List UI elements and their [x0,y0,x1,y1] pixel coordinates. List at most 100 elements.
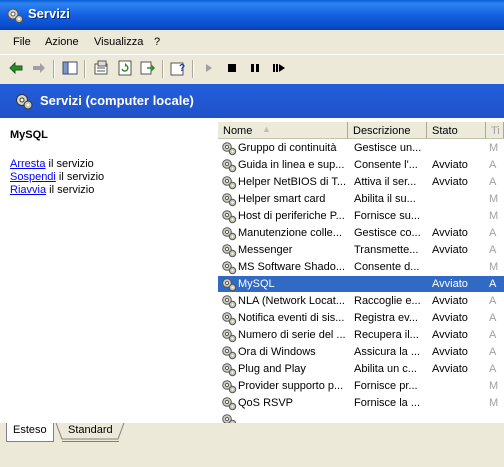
services-list[interactable]: Nome ▲ Descrizione Stato Ti Gruppo di co… [218,122,504,423]
service-row[interactable] [218,412,504,423]
service-description: Fornisce la ... [354,397,421,409]
service-description: Fornisce pr... [354,380,418,392]
show-hide-tree-icon[interactable] [61,59,79,77]
service-state: Avviato [432,363,468,375]
service-row[interactable]: Ora di Windows Assicura la ... Avviato A [218,344,504,361]
service-name-cell: Host di periferiche P... [221,208,348,224]
service-row[interactable]: Notifica eventi di sis... Registra ev... A… [218,310,504,327]
pause-service-link[interactable]: Sospendi [10,171,56,183]
export-list-icon[interactable] [139,59,157,77]
service-name-cell: NLA (Network Locat... [221,293,348,309]
restart-service-link[interactable]: Riavvia [10,184,46,196]
service-name: QoS RSVP [238,397,294,409]
service-name: Gruppo di continuità [238,142,337,154]
service-name-cell: QoS RSVP [221,395,348,411]
service-state [432,378,486,394]
forward-arrow-icon[interactable] [30,59,48,77]
service-description: Recupera il... [354,329,419,341]
menu-visualizza[interactable]: Visualizza [94,36,143,48]
service-name: Provider supporto p... [238,380,344,392]
service-gear-icon [221,378,238,394]
sort-ascending-icon: ▲ [262,124,271,134]
column-header-name[interactable]: Nome ▲ [218,122,348,139]
service-startup-type [489,412,504,423]
service-row[interactable]: Helper smart card Abilita il su... M [218,191,504,208]
service-description [353,412,428,423]
service-startup-type: A [489,227,497,239]
service-startup-type: M [489,261,499,273]
view-tabs: Esteso Standard [0,423,504,467]
title-bar[interactable]: Servizi [0,0,504,30]
service-row[interactable]: Plug and Play Abilita un c... Avviato A [218,361,504,378]
menu-azione[interactable]: Azione [45,36,79,48]
help-icon[interactable]: ? [169,59,187,77]
service-name: Plug and Play [238,363,306,375]
service-row[interactable]: Numero di serie del ... Recupera il... Avv… [218,327,504,344]
service-gear-icon [221,157,238,173]
column-header-description[interactable]: Descrizione [348,122,427,139]
service-description: Consente d... [354,261,420,273]
service-description: Assicura la ... [354,346,421,358]
service-gear-icon [221,327,238,343]
services-gear-icon [7,8,23,23]
service-gear-icon [221,259,238,275]
services-window: Servizi File Azione Visualizza ? ? Servi… [0,0,504,467]
column-header-state[interactable]: Stato [427,122,486,139]
service-description: Attiva il ser... [354,176,417,188]
service-row[interactable]: Manutenzione colle... Gestisce co... Avvia… [218,225,504,242]
service-name: Helper smart card [238,193,326,205]
service-row[interactable]: Guida in linea e sup... Consente l'... Avv… [218,157,504,174]
service-state: Avviato [432,346,468,358]
service-row[interactable]: MySQL Avviato A [218,276,504,293]
service-name-cell: Guida in linea e sup... [221,157,348,173]
service-gear-icon [221,208,238,224]
service-gear-icon [221,344,238,360]
service-name-cell: MS Software Shado... [221,259,348,275]
menu-bar: File Azione Visualizza ? [0,33,504,53]
service-row[interactable]: Messenger Transmette... Avviato A [218,242,504,259]
service-name-cell: Gruppo di continuità [221,140,348,156]
service-startup-type: M [489,142,499,154]
service-gear-icon [221,140,238,156]
service-state: Avviato [432,295,468,307]
service-state: Avviato [432,159,468,171]
service-row[interactable]: Helper NetBIOS di T... Attiva il ser... Av… [218,174,504,191]
service-name: Ora di Windows [238,346,316,358]
service-startup-type: A [489,312,497,324]
services-gear-icon [16,94,33,110]
restart-service-icon[interactable] [270,59,288,77]
start-service-icon[interactable] [200,59,218,77]
service-description: Raccoglie e... [354,295,421,307]
service-row[interactable]: QoS RSVP Fornisce la ... M [218,395,504,412]
service-name-cell: Ora di Windows [221,344,348,360]
properties-icon[interactable] [92,59,110,77]
service-row[interactable]: MS Software Shado... Consente d... M [218,259,504,276]
pause-service-icon[interactable] [246,59,264,77]
service-startup-type: M [489,210,499,222]
service-startup-type: M [489,380,499,392]
service-row[interactable]: Provider supporto p... Fornisce pr... M [218,378,504,395]
service-row[interactable]: NLA (Network Locat... Raccoglie e... Avvia… [218,293,504,310]
menu-help[interactable]: ? [154,36,160,48]
service-name-cell: Numero di serie del ... [221,327,348,343]
service-state [432,140,486,156]
service-gear-icon [221,412,238,423]
extended-details-pane: MySQL Arresta il servizio Sospendi il se… [0,118,218,423]
back-arrow-icon[interactable] [7,59,25,77]
service-row[interactable]: Gruppo di continuità Gestisce un... M [218,140,504,157]
service-state: Avviato [432,244,468,256]
service-gear-icon [221,310,238,326]
service-state: Avviato [432,227,468,239]
service-name: Host di periferiche P... [238,210,345,222]
stop-service-icon[interactable] [223,59,241,77]
service-gear-icon [221,242,238,258]
menu-file[interactable]: File [13,36,31,48]
service-startup-type: A [489,363,497,375]
column-header-type[interactable]: Ti [486,122,504,139]
service-gear-icon [221,361,238,377]
stop-service-link[interactable]: Arresta [10,158,45,170]
refresh-icon[interactable] [116,59,134,77]
service-row[interactable]: Host di periferiche P... Fornisce su... M [218,208,504,225]
service-startup-type: M [489,397,499,409]
service-startup-type: A [489,176,497,188]
